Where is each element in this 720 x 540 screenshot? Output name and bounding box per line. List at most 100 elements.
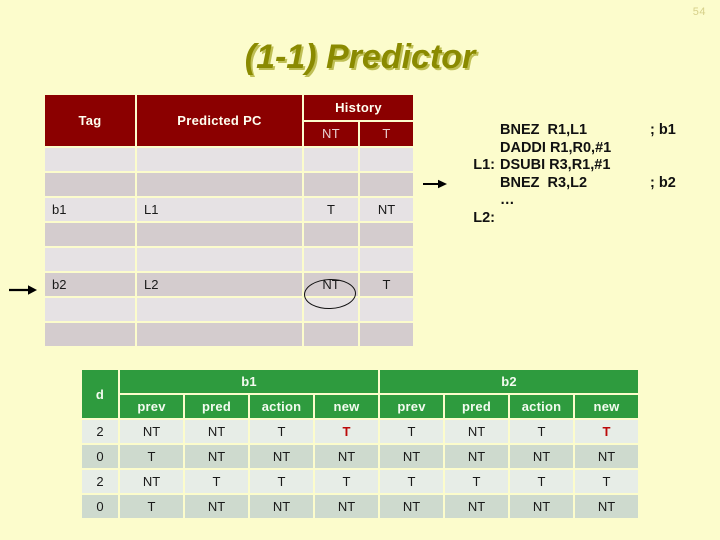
trace-subheader-b2-action: action [510,395,573,418]
trace-cell-b1-prev: NT [120,470,183,493]
trace-cell-b1-new: T [315,470,378,493]
btb-cell-history-t: T [360,273,414,296]
arrow-right-icon-btb [8,283,38,297]
btb-header-row-1: Tag Predicted PC History [45,95,414,146]
trace-cell-b1-action: NT [250,445,313,468]
btb-header-tag: Tag [45,95,135,146]
slide-canvas: 54 (1-1) Predictor Tag Predicted PC Hist… [0,0,720,540]
code-label: L2: [473,209,495,226]
btb-cell-history-t [360,248,414,271]
trace-cell-d: 2 [82,420,118,443]
code-comment: ; b2 [650,174,676,191]
code-instruction: BNEZ R3,L2 [500,174,588,191]
btb-cell-history-nt [304,223,358,246]
trace-cell-d: 0 [82,495,118,518]
btb-cell-history-nt [304,148,358,171]
trace-subheader-b1-action: action [250,395,313,418]
code-line: BNEZ R3,L2 ; b2 [423,174,690,193]
btb-table-row [45,148,414,171]
code-line: L2: [440,210,690,228]
code-instruction: BNEZ R1,L1 [500,122,588,138]
trace-cell-b1-prev: T [120,495,183,518]
btb-cell-predicted-pc [137,298,302,321]
btb-table-row: b1 L1 T NT [45,198,414,221]
btb-header-history: History [304,95,414,120]
page-title: (1-1) Predictor [244,38,476,76]
btb-cell-predicted-pc: L2 [137,273,302,296]
trace-cell-b1-action: T [250,420,313,443]
trace-subheader-b1-prev: prev [120,395,183,418]
trace-cell-b2-action: NT [510,495,573,518]
btb-table-row [45,298,414,321]
trace-cell-b1-new: T [315,420,378,443]
trace-cell-b2-new: T [575,420,638,443]
trace-header-row-2: prev pred action new prev pred action new [82,395,638,418]
btb-cell-history-t [360,223,414,246]
code-line: BNEZ R1,L1 ; b1 [440,122,690,140]
trace-cell-b1-new: NT [315,445,378,468]
code-line-marker-slot [440,122,466,139]
code-instruction: … [500,192,517,208]
trace-cell-b2-prev: NT [380,445,443,468]
trace-table-row: 2 NT T T T T T T T [82,470,638,493]
trace-subheader-b2-new: new [575,395,638,418]
btb-cell-history-t [360,323,414,346]
btb-cell-tag [45,173,135,196]
btb-cell-predicted-pc [137,148,302,171]
trace-cell-b2-new: T [575,470,638,493]
trace-cell-b2-pred: NT [445,495,508,518]
trace-group-header-b2: b2 [380,370,638,393]
trace-cell-b1-pred: NT [185,420,248,443]
code-line: L1: DSUBI R3,R1,#1 [440,157,690,175]
trace-header-row-1: d b1 b2 [82,370,638,418]
trace-cell-b1-new: NT [315,495,378,518]
trace-cell-b2-prev: NT [380,495,443,518]
btb-header-history-t: T [360,121,414,146]
btb-cell-predicted-pc [137,248,302,271]
btb-cell-tag [45,323,135,346]
trace-cell-b2-new: NT [575,495,638,518]
btb-cell-predicted-pc [137,173,302,196]
code-line-marker-slot [440,210,466,227]
trace-subheader-b1-pred: pred [185,395,248,418]
trace-subheader-b1-new: new [315,395,378,418]
trace-cell-b1-action: NT [250,495,313,518]
trace-group-header-b1: b1 [120,370,378,393]
trace-table-row: 0 T NT NT NT NT NT NT NT [82,445,638,468]
trace-header-d: d [82,370,118,418]
btb-cell-tag: b1 [45,198,135,221]
trace-cell-b2-pred: T [445,470,508,493]
btb-cell-history-nt: T [304,198,358,221]
btb-cell-tag [45,248,135,271]
btb-table-row [45,223,414,246]
btb-table-row [45,173,414,196]
trace-cell-b1-action: T [250,470,313,493]
trace-cell-b2-pred: NT [445,445,508,468]
code-line: DADDI R1,R0,#1 [440,140,690,158]
btb-header-predicted-pc: Predicted PC [137,95,302,146]
code-line-marker-slot [440,157,466,174]
btb-table-row [45,323,414,346]
trace-table-row: 2 NT NT T T T NT T T [82,420,638,443]
btb-predictor-table: Tag Predicted PC History NT T b1 L1 T NT b2 L… [43,93,415,348]
code-label: L1: [473,157,495,173]
code-line: … [440,192,690,210]
trace-subheader-b2-prev: prev [380,395,443,418]
btb-cell-history-t [360,298,414,321]
trace-cell-b2-prev: T [380,420,443,443]
btb-header-history-nt: NT [304,121,358,146]
trace-cell-b1-pred: NT [185,445,248,468]
btb-cell-history-nt: NT [304,273,358,296]
btb-cell-tag [45,148,135,171]
btb-table-row: b2 L2 NT T [45,273,414,296]
trace-cell-d: 0 [82,445,118,468]
trace-cell-d: 2 [82,470,118,493]
btb-cell-history-nt [304,298,358,321]
trace-subheader-b2-pred: pred [445,395,508,418]
btb-table-row [45,248,414,271]
prediction-trace-table: d b1 b2 prev pred action new prev pred action n… [80,368,640,520]
trace-cell-b1-pred: NT [185,495,248,518]
btb-cell-predicted-pc [137,323,302,346]
btb-cell-history-nt [304,323,358,346]
btb-cell-history-nt [304,173,358,196]
